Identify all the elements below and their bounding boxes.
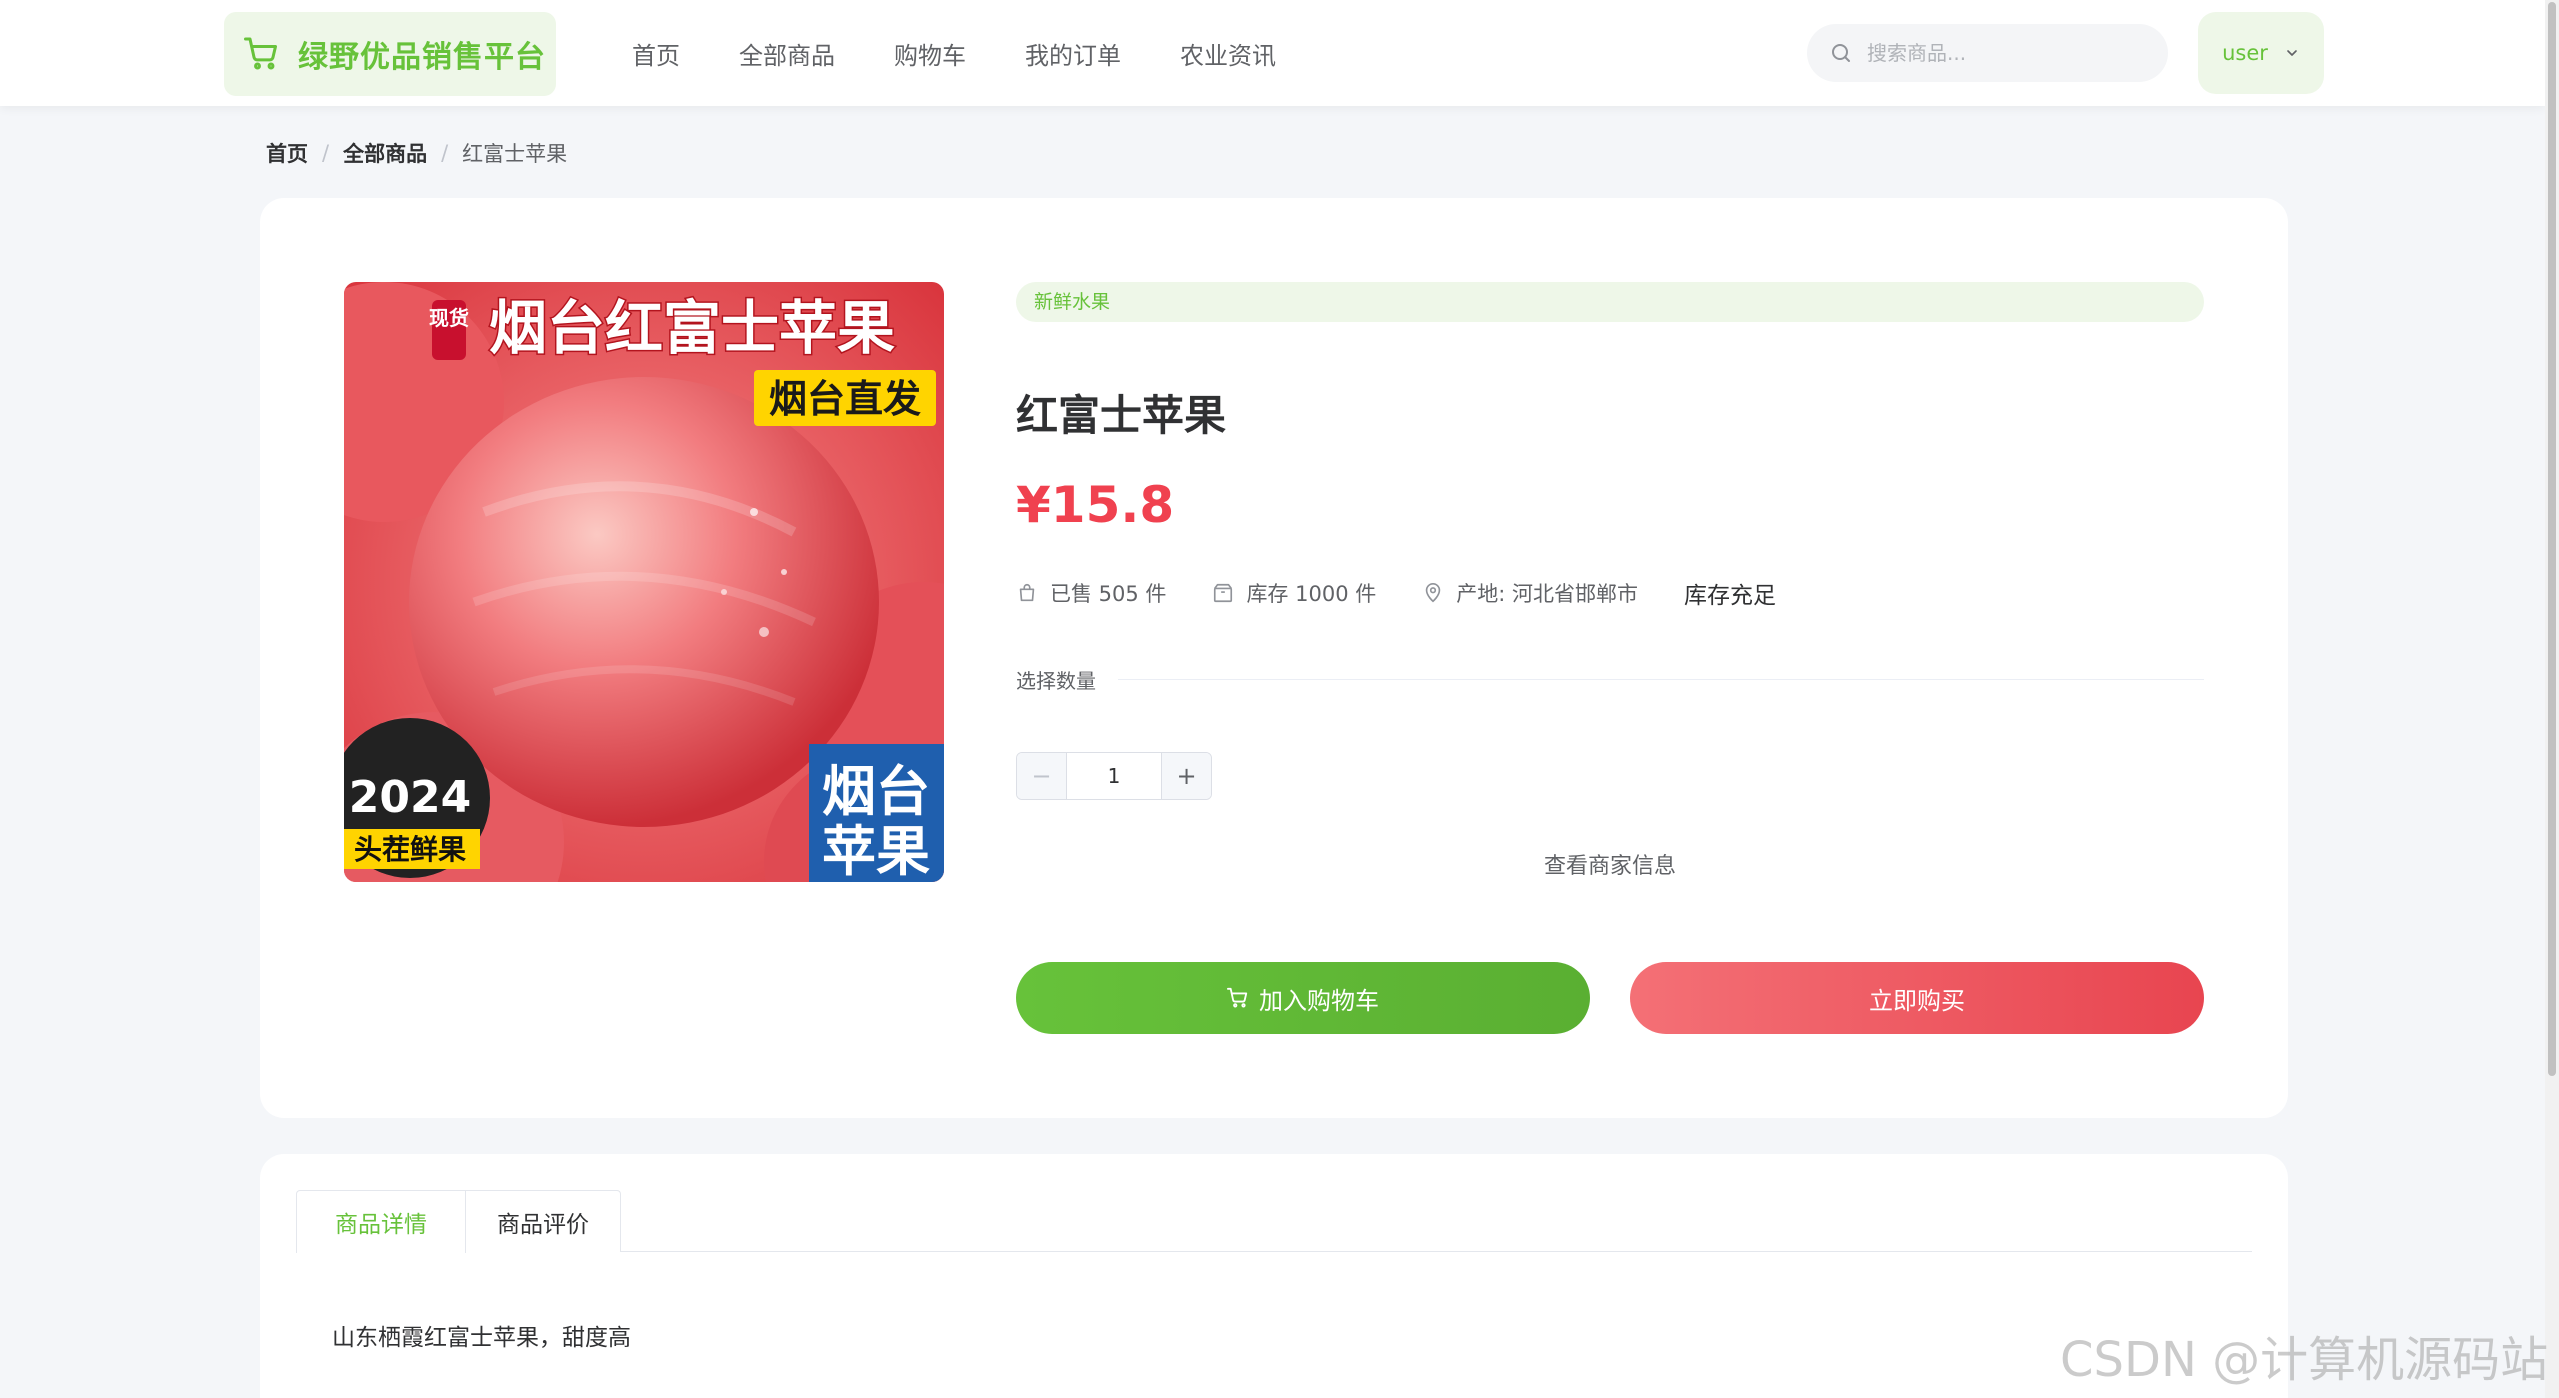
- quantity-label-row: 选择数量: [1016, 664, 2204, 694]
- breadcrumb-separator: /: [322, 141, 330, 165]
- stock-count: 库存 1000 件: [1212, 578, 1376, 608]
- nav-my-orders[interactable]: 我的订单: [1025, 36, 1121, 71]
- product-meta: 已售 505 件 库存 1000 件 产地: 河北省邯郸市 库存充足: [1016, 576, 1776, 610]
- sold-count-text: 已售 505 件: [1050, 582, 1167, 606]
- buy-now-button[interactable]: 立即购买: [1630, 962, 2204, 1034]
- breadcrumb-home[interactable]: 首页: [266, 138, 308, 168]
- nav-home[interactable]: 首页: [632, 36, 680, 71]
- quantity-label: 选择数量: [1016, 668, 1096, 693]
- category-tag: 新鲜水果: [1016, 282, 2204, 322]
- breadcrumb-current: 红富士苹果: [462, 142, 568, 166]
- quantity-stepper: − 1 +: [1016, 752, 1212, 800]
- search-box: [1807, 24, 2168, 82]
- increase-button[interactable]: +: [1161, 753, 1211, 799]
- breadcrumb-all-products[interactable]: 全部商品: [343, 138, 427, 168]
- image-corner-line2: 苹果: [822, 820, 930, 882]
- details-tabs: 商品详情 商品评价: [296, 1190, 2252, 1253]
- logo-text: 绿野优品销售平台: [298, 40, 546, 75]
- decrease-button[interactable]: −: [1017, 753, 1067, 799]
- tab-product-details[interactable]: 商品详情: [296, 1190, 466, 1253]
- image-corner-line1: 烟台: [822, 760, 930, 823]
- product-title: 红富士苹果: [1016, 391, 1227, 440]
- main-nav: 首页 全部商品 购物车 我的订单 农业资讯: [632, 0, 1335, 106]
- nav-agri-news[interactable]: 农业资讯: [1180, 36, 1276, 71]
- buy-now-label: 立即购买: [1869, 986, 1965, 1015]
- image-badge-text: 现货: [429, 306, 469, 330]
- box-icon: [1214, 583, 1233, 603]
- location-icon: [1425, 583, 1441, 603]
- top-header: 绿野优品销售平台 首页 全部商品 购物车 我的订单 农业资讯 user: [0, 0, 2545, 106]
- site-logo[interactable]: 绿野优品销售平台: [224, 12, 556, 96]
- stock-count-text: 库存 1000 件: [1246, 582, 1377, 606]
- search-icon[interactable]: [1829, 41, 1853, 65]
- image-year: 2024: [349, 772, 471, 823]
- user-dropdown[interactable]: user: [2198, 12, 2324, 94]
- stock-status: 库存充足: [1683, 583, 1776, 609]
- product-card: 现货 烟台红富士苹果 烟台直发 2024 头茬鲜果 烟台 苹果 新鲜水果 红富士…: [260, 198, 2288, 1118]
- quantity-input[interactable]: 1: [1067, 753, 1161, 799]
- product-image: 现货 烟台红富士苹果 烟台直发 2024 头茬鲜果 烟台 苹果: [344, 282, 944, 882]
- breadcrumb-separator: /: [441, 141, 449, 165]
- apple-photo: 现货 烟台红富士苹果 烟台直发 2024 头茬鲜果 烟台 苹果: [344, 282, 944, 882]
- image-ship-badge: 烟台直发: [769, 377, 921, 421]
- user-name: user: [2222, 41, 2268, 65]
- tab-product-reviews[interactable]: 商品评价: [465, 1190, 621, 1252]
- sold-count: 已售 505 件: [1016, 578, 1166, 608]
- bag-icon: [1019, 583, 1035, 602]
- product-description: 山东栖霞红富士苹果，甜度高: [332, 1325, 631, 1351]
- image-headline: 烟台红富士苹果: [489, 294, 895, 362]
- cart-icon: [244, 37, 277, 70]
- chevron-down-icon: [2287, 50, 2297, 56]
- origin-text: 产地: 河北省邯郸市: [1456, 582, 1638, 606]
- product-price: ¥15.8: [1016, 476, 1175, 534]
- add-to-cart-button[interactable]: 加入购物车: [1016, 962, 1590, 1034]
- merchant-info-link[interactable]: 查看商家信息: [1016, 848, 2204, 880]
- image-year-sub: 头茬鲜果: [354, 833, 466, 866]
- divider: [1118, 678, 2204, 680]
- details-card: 商品详情 商品评价 山东栖霞红富士苹果，甜度高: [260, 1154, 2288, 1398]
- nav-all-products[interactable]: 全部商品: [739, 36, 835, 71]
- cart-icon: [1227, 987, 1248, 1008]
- search-input[interactable]: [1867, 41, 2147, 65]
- origin: 产地: 河北省邯郸市: [1422, 578, 1638, 608]
- scrollbar-thumb[interactable]: [2548, 2, 2556, 1076]
- breadcrumb: 首页 / 全部商品 / 红富士苹果: [266, 138, 567, 168]
- watermark: CSDN @计算机源码站: [2060, 1332, 2549, 1388]
- add-to-cart-label: 加入购物车: [1259, 986, 1379, 1015]
- nav-cart[interactable]: 购物车: [894, 36, 966, 71]
